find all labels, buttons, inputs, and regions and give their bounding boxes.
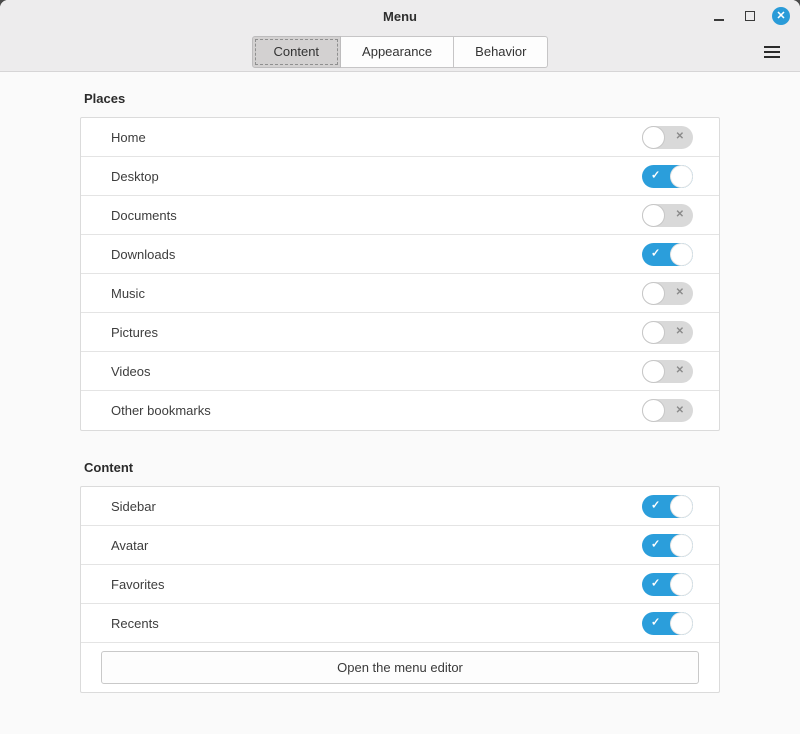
x-icon: ✕	[676, 210, 684, 220]
minimize-button[interactable]	[710, 7, 728, 25]
row-label: Favorites	[111, 577, 164, 592]
row-label: Other bookmarks	[111, 403, 211, 418]
tab-behavior[interactable]: Behavior	[454, 36, 548, 68]
tab-content[interactable]: Content	[252, 36, 342, 68]
toggle-knob	[642, 360, 665, 383]
check-icon: ✓	[651, 579, 660, 590]
row-label: Music	[111, 286, 145, 301]
check-icon: ✓	[651, 618, 660, 629]
toggle-knob	[670, 243, 693, 266]
toggle-switch-recents[interactable]: ✓ ✕	[642, 612, 693, 635]
close-icon: ✕	[776, 11, 785, 22]
toggle-knob	[670, 495, 693, 518]
main-content: Places Home ✓ ✕ Desktop ✓ ✕ Documen	[0, 72, 800, 693]
minimize-icon	[714, 19, 724, 21]
row-label: Videos	[111, 364, 151, 379]
row-label: Desktop	[111, 169, 159, 184]
toggle-knob	[642, 282, 665, 305]
toggle-row-recents: Recents ✓ ✕	[81, 604, 719, 643]
x-icon: ✕	[676, 406, 684, 416]
hamburger-icon	[764, 46, 780, 48]
toggle-row-sidebar: Sidebar ✓ ✕	[81, 487, 719, 526]
toggle-row-music: Music ✓ ✕	[81, 274, 719, 313]
toggle-switch-downloads[interactable]: ✓ ✕	[642, 243, 693, 266]
toggle-row-other-bookmarks: Other bookmarks ✓ ✕	[81, 391, 719, 430]
row-label: Avatar	[111, 538, 148, 553]
menu-editor-row: Open the menu editor	[81, 643, 719, 692]
check-icon: ✓	[651, 249, 660, 260]
toggle-switch-favorites[interactable]: ✓ ✕	[642, 573, 693, 596]
toggle-switch-other-bookmarks[interactable]: ✓ ✕	[642, 399, 693, 422]
row-label: Documents	[111, 208, 177, 223]
toggle-switch-documents[interactable]: ✓ ✕	[642, 204, 693, 227]
toggle-knob	[670, 165, 693, 188]
x-icon: ✕	[676, 366, 684, 376]
check-icon: ✓	[651, 540, 660, 551]
toggle-switch-videos[interactable]: ✓ ✕	[642, 360, 693, 383]
titlebar: Menu ✕	[0, 0, 800, 32]
x-icon: ✕	[676, 327, 684, 337]
close-button[interactable]: ✕	[772, 7, 790, 25]
maximize-icon	[745, 11, 755, 21]
tab-appearance[interactable]: Appearance	[341, 36, 454, 68]
check-icon: ✓	[651, 171, 660, 182]
toggle-switch-home[interactable]: ✓ ✕	[642, 126, 693, 149]
toggle-knob	[670, 612, 693, 635]
toggle-row-pictures: Pictures ✓ ✕	[81, 313, 719, 352]
maximize-button[interactable]	[741, 7, 759, 25]
row-label: Recents	[111, 616, 159, 631]
row-label: Downloads	[111, 247, 175, 262]
window-controls: ✕	[710, 0, 790, 32]
content-panel: Sidebar ✓ ✕ Avatar ✓ ✕ Favorites ✓	[80, 486, 720, 693]
toggle-row-documents: Documents ✓ ✕	[81, 196, 719, 235]
toggle-switch-avatar[interactable]: ✓ ✕	[642, 534, 693, 557]
settings-window: Menu ✕ Content Appearance Behavior Place…	[0, 0, 800, 734]
menu-button[interactable]	[760, 42, 784, 62]
toggle-knob	[670, 573, 693, 596]
toggle-knob	[642, 126, 665, 149]
row-label: Sidebar	[111, 499, 156, 514]
toggle-row-avatar: Avatar ✓ ✕	[81, 526, 719, 565]
toggle-knob	[642, 399, 665, 422]
toggle-knob	[642, 204, 665, 227]
section-title-places: Places	[84, 91, 720, 107]
toggle-row-desktop: Desktop ✓ ✕	[81, 157, 719, 196]
toggle-row-downloads: Downloads ✓ ✕	[81, 235, 719, 274]
row-label: Pictures	[111, 325, 158, 340]
toggle-switch-sidebar[interactable]: ✓ ✕	[642, 495, 693, 518]
window-title: Menu	[383, 9, 417, 24]
section-title-content: Content	[84, 460, 720, 476]
check-icon: ✓	[651, 501, 660, 512]
x-icon: ✕	[676, 132, 684, 142]
toggle-switch-desktop[interactable]: ✓ ✕	[642, 165, 693, 188]
row-label: Home	[111, 130, 146, 145]
tab-group: Content Appearance Behavior	[252, 36, 549, 68]
toggle-switch-music[interactable]: ✓ ✕	[642, 282, 693, 305]
toggle-row-favorites: Favorites ✓ ✕	[81, 565, 719, 604]
open-menu-editor-button[interactable]: Open the menu editor	[101, 651, 699, 684]
toggle-row-videos: Videos ✓ ✕	[81, 352, 719, 391]
toggle-knob	[670, 534, 693, 557]
x-icon: ✕	[676, 288, 684, 298]
toggle-row-home: Home ✓ ✕	[81, 118, 719, 157]
toggle-switch-pictures[interactable]: ✓ ✕	[642, 321, 693, 344]
toggle-knob	[642, 321, 665, 344]
toolbar: Content Appearance Behavior	[0, 32, 800, 72]
places-panel: Home ✓ ✕ Desktop ✓ ✕ Documents ✓	[80, 117, 720, 431]
